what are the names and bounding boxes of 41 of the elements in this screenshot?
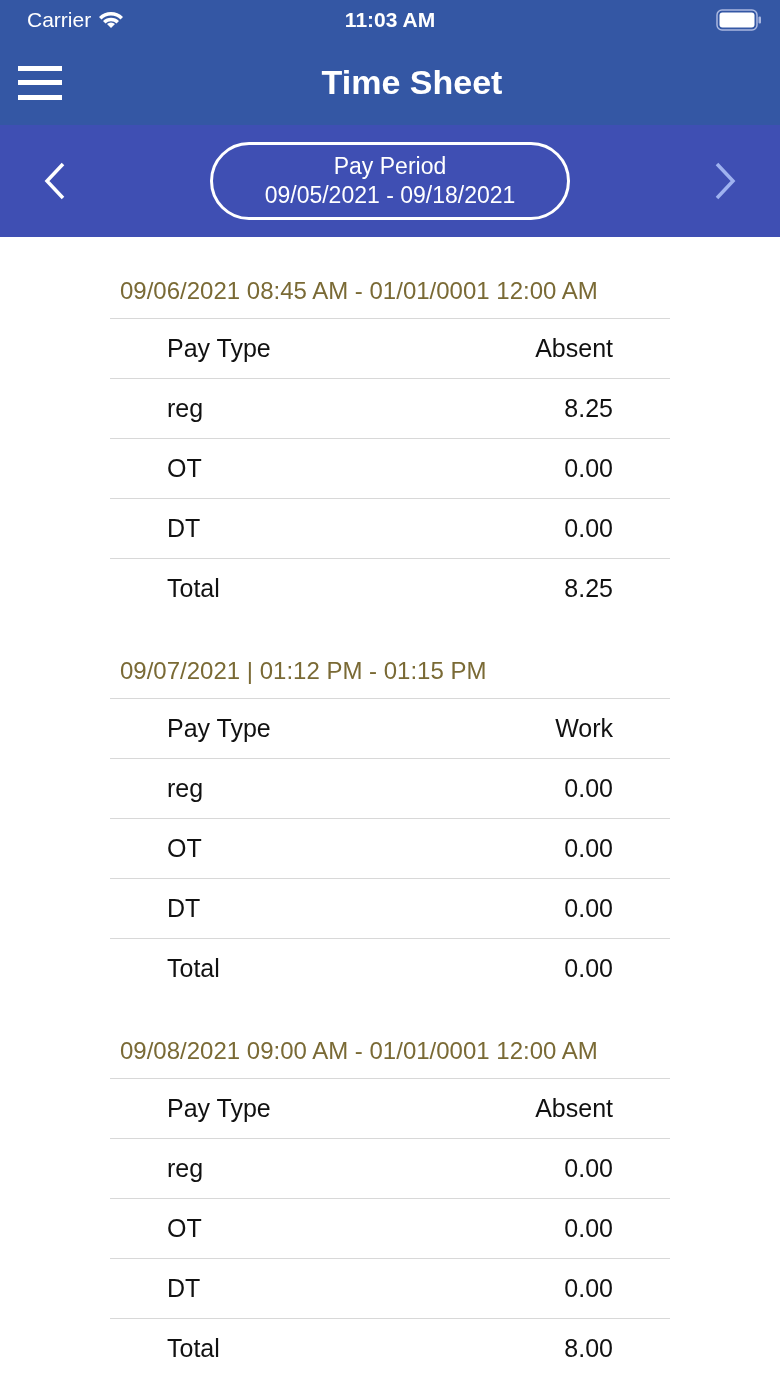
table-cell: 0.00	[564, 774, 613, 803]
table-cell: Total	[167, 574, 220, 603]
table-cell: 0.00	[564, 1214, 613, 1243]
table-cell: reg	[167, 394, 204, 423]
column-header: Pay Type	[167, 1094, 271, 1123]
table-cell: OT	[167, 454, 202, 483]
table-cell: reg	[167, 774, 204, 803]
table-cell: OT	[167, 834, 202, 863]
table-cell: 8.00	[564, 1334, 613, 1363]
table-cell: 0.00	[564, 954, 613, 983]
table-cell: 0.00	[564, 894, 613, 923]
table-cell: Total	[167, 1334, 220, 1363]
battery-icon	[716, 9, 762, 31]
chevron-left-icon[interactable]	[44, 162, 66, 200]
table-cell: reg	[167, 1154, 204, 1183]
carrier-label: Carrier	[27, 8, 92, 32]
table-cell: DT	[167, 1274, 201, 1303]
column-header: Pay Type	[167, 334, 271, 363]
column-header: Absent	[535, 1094, 613, 1123]
menu-icon[interactable]	[18, 65, 62, 100]
table-cell: OT	[167, 1214, 202, 1243]
wifi-icon	[97, 10, 126, 30]
column-header: Pay Type	[167, 714, 271, 743]
table-cell: 0.00	[564, 1274, 613, 1303]
screen-title: Time Sheet	[320, 63, 504, 102]
column-header: Work	[555, 714, 613, 743]
table-cell: DT	[167, 894, 201, 923]
table-cell: 0.00	[564, 1154, 613, 1183]
entry-heading: 09/08/2021 09:00 AM - 01/01/0001 12:00 AM	[119, 1036, 599, 1066]
table-cell: DT	[167, 514, 201, 543]
entry-heading: 09/06/2021 08:45 AM - 01/01/0001 12:00 AM	[119, 276, 599, 306]
table-cell: 0.00	[564, 834, 613, 863]
clock-time: 11:03 AM	[343, 8, 437, 32]
table-cell: 0.00	[564, 514, 613, 543]
pay-period-button[interactable]: Pay Period 09/05/2021 - 09/18/2021	[210, 142, 570, 220]
column-header: Absent	[535, 334, 613, 363]
table-cell: 8.25	[564, 394, 613, 423]
table-cell: 8.25	[564, 574, 613, 603]
table-cell: Total	[167, 954, 220, 983]
table-cell: 0.00	[564, 454, 613, 483]
entry-heading: 09/07/2021 | 01:12 PM - 01:15 PM	[119, 656, 488, 686]
